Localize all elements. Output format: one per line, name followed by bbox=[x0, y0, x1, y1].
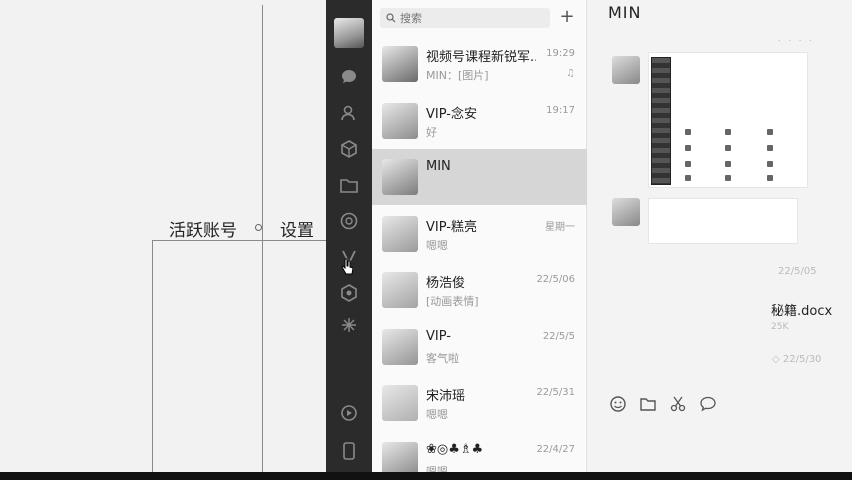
chat-time: 22/5/31 bbox=[536, 387, 575, 398]
files-icon[interactable] bbox=[338, 174, 360, 196]
chat-preview: 客气啦 bbox=[426, 351, 459, 365]
chat-preview: [动画表情] bbox=[426, 295, 479, 308]
chat-name: 视频号课程新锐军... bbox=[426, 50, 536, 65]
chat-name: VIP-糕亮 bbox=[426, 219, 477, 235]
input-toolbar bbox=[608, 394, 718, 414]
chat-time: 19:17 bbox=[546, 104, 575, 116]
chat-list-item[interactable]: 视频号课程新锐军... 19:29 MIN：[图片] ♫ bbox=[372, 36, 587, 92]
favorites-icon[interactable] bbox=[338, 138, 360, 160]
chat-bubble-icon[interactable] bbox=[698, 394, 718, 414]
conversation-pane: MIN · · · · 22/5/05 秘籍.docx 25K ◇ 22/5/3… bbox=[588, 0, 852, 472]
connector-line bbox=[262, 5, 263, 472]
mute-icon: ♫ bbox=[566, 68, 575, 79]
chat-avatar bbox=[382, 159, 418, 195]
contacts-icon[interactable] bbox=[338, 102, 360, 124]
conversation-title: MIN bbox=[608, 3, 642, 22]
app-sidebar bbox=[326, 0, 372, 472]
message-timestamp: 22/5/05 bbox=[778, 266, 817, 277]
chat-list-item[interactable]: VIP-念安 19:17 好 bbox=[372, 93, 587, 149]
node-active-accounts[interactable]: 活跃账号 bbox=[169, 216, 237, 241]
mouse-cursor-icon bbox=[341, 258, 353, 275]
scissors-icon[interactable] bbox=[668, 394, 688, 414]
search-discover-icon[interactable] bbox=[338, 314, 360, 336]
folder-icon[interactable] bbox=[638, 394, 658, 414]
image-message[interactable] bbox=[648, 198, 798, 244]
chat-name: 宋沛瑶 bbox=[426, 389, 466, 404]
chat-preview: MIN：[图片] bbox=[426, 69, 489, 82]
more-icon[interactable] bbox=[338, 440, 360, 462]
chat-avatar bbox=[382, 272, 418, 308]
chat-name: VIP-念安 bbox=[426, 106, 477, 122]
chat-list-item[interactable]: 杨浩俊 22/5/06 [动画表情] bbox=[372, 262, 587, 318]
add-button[interactable]: + bbox=[556, 8, 578, 28]
connector-line bbox=[152, 240, 153, 472]
chat-time: 19:29 bbox=[546, 48, 575, 59]
chat-list-panel: + 视频号课程新锐军... 19:29 MIN：[图片] ♫ VIP-念安 19:17 好 M… bbox=[372, 0, 587, 478]
search-input[interactable] bbox=[400, 11, 540, 25]
miniprogram-icon[interactable] bbox=[338, 282, 360, 304]
message-timestamp: ◇ 22/5/30 bbox=[772, 354, 822, 365]
chat-name: ❀◎♣♗♣ bbox=[426, 441, 484, 457]
chat-list-item[interactable]: 宋沛瑶 22/5/31 嗯嗯 bbox=[372, 375, 587, 431]
emoji-icon[interactable] bbox=[608, 394, 628, 414]
chat-name: 杨浩俊 bbox=[426, 276, 466, 291]
node-settings[interactable]: 设置 bbox=[280, 216, 314, 241]
moments-icon[interactable] bbox=[338, 210, 360, 232]
user-avatar[interactable] bbox=[334, 18, 364, 48]
chat-avatar bbox=[382, 215, 418, 252]
chat-avatar bbox=[382, 328, 418, 365]
taskbar bbox=[0, 472, 852, 480]
message-avatar[interactable] bbox=[612, 56, 640, 84]
chat-time: 星期一 bbox=[545, 221, 575, 233]
screenshot-strip bbox=[651, 57, 671, 185]
message-avatar[interactable] bbox=[612, 198, 640, 226]
chat-avatar bbox=[382, 102, 418, 139]
node-connector-dot[interactable] bbox=[255, 224, 262, 231]
chat-time: 22/4/27 bbox=[536, 443, 575, 455]
chat-time: 22/5/06 bbox=[536, 274, 575, 285]
phone-icon[interactable] bbox=[338, 402, 360, 424]
chat-preview: 好 bbox=[426, 125, 437, 139]
chat-time: 22/5/5 bbox=[542, 330, 575, 342]
chat-avatar bbox=[382, 385, 418, 421]
image-message[interactable] bbox=[648, 52, 808, 188]
file-name[interactable]: 秘籍.docx bbox=[771, 300, 832, 319]
chat-preview: 嗯嗯 bbox=[426, 408, 448, 421]
whiteboard-canvas[interactable]: 活跃账号 设置 bbox=[0, 0, 326, 472]
chat-avatar bbox=[382, 46, 418, 82]
search-icon bbox=[386, 13, 396, 23]
chat-list-item[interactable]: VIP- 22/5/5 客气啦 bbox=[372, 319, 587, 375]
chat-list-item[interactable]: MIN bbox=[372, 149, 587, 205]
search-box[interactable] bbox=[380, 8, 550, 28]
chat-name: VIP- bbox=[426, 328, 451, 344]
chat-name: MIN bbox=[426, 159, 451, 174]
chat-icon[interactable] bbox=[338, 66, 360, 88]
file-size: 25K bbox=[771, 322, 789, 332]
more-options-icon[interactable]: · · · · bbox=[778, 36, 814, 47]
chat-preview: 嗯嗯 bbox=[426, 238, 448, 252]
chat-list-item[interactable]: VIP-糕亮 星期一嗯嗯 bbox=[372, 206, 587, 262]
